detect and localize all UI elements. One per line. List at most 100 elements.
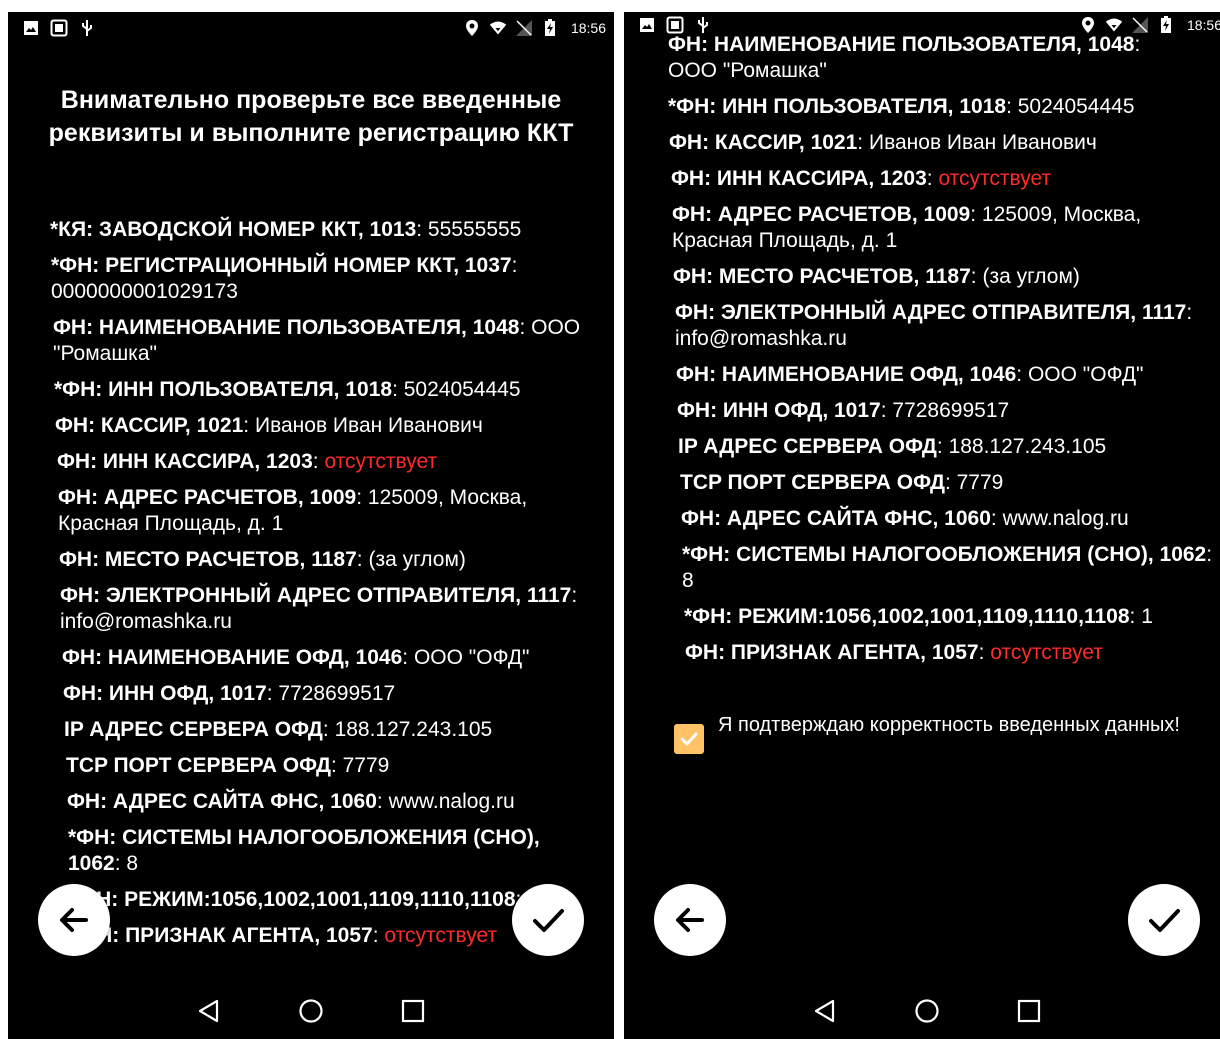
requisite-label: ФН: НАИМЕНОВАНИЕ ОФД, 1046	[676, 363, 1017, 386]
requisite-value: www.nalog.ru	[1002, 507, 1129, 530]
nav-home-button[interactable]	[293, 993, 329, 1029]
requisite-item: *ФН: РЕЖИМ:1056,1002,1001,1109,1110,1108…	[684, 605, 1153, 628]
back-button[interactable]	[654, 884, 726, 956]
requisite-value: ООО "ОФД"	[413, 646, 530, 669]
status-bar: 18:56	[8, 12, 614, 44]
requisite-label: *ФН: РЕЖИМ:1056,1002,1001,1109,1110,1108	[684, 605, 1130, 628]
requisite-value: 1	[1141, 605, 1153, 628]
nav-back-icon	[198, 999, 219, 1023]
nav-back-icon	[814, 999, 835, 1023]
check-icon	[680, 732, 698, 746]
requisite-value: 8	[682, 569, 694, 592]
requisite-label: *ФН: ИНН ПОЛЬЗОВАТЕЛЯ, 1018	[668, 95, 1007, 118]
confirm-button[interactable]	[512, 884, 584, 956]
requisite-value: 188.127.243.105	[948, 435, 1107, 458]
requisite-item: ФН: АДРЕС РАСЧЕТОВ, 1009: 125009, Москва…	[672, 203, 1142, 252]
requisite-item-partial: ФН: НАИМЕНОВАНИЕ ПОЛЬЗОВАТЕЛЯ, 1048: ООО…	[668, 33, 1141, 82]
requisite-value: (за углом)	[368, 548, 466, 571]
requisite-item: ФН: АДРЕС САЙТА ФНС, 1060: www.nalog.ru	[681, 507, 1129, 530]
requisite-value: отсутствует	[324, 450, 438, 473]
requisite-value: отсутствует	[938, 167, 1052, 190]
requisite-item: ФН: КАССИР, 1021: Иванов Иван Иванович	[669, 131, 1097, 154]
requisite-label: ФН: КАССИР, 1021	[669, 131, 858, 154]
requisite-item: ФН: МЕСТО РАСЧЕТОВ, 1187: (за углом)	[59, 548, 466, 571]
battery-charging-icon	[541, 19, 559, 37]
requisite-item: IP АДРЕС СЕРВЕРА ОФД: 188.127.243.105	[678, 435, 1107, 458]
requisite-label: ФН: АДРЕС РАСЧЕТОВ, 1009	[672, 203, 971, 226]
nav-home-icon	[915, 999, 939, 1023]
requisite-label: ФН: ИНН ОФД, 1017	[63, 682, 267, 705]
page-title: Внимательно проверьте все введенные рекв…	[48, 86, 574, 147]
requisite-item: *ФН: СИСТЕМЫ НАЛОГООБЛОЖЕНИЯ (СНО), 1062…	[68, 826, 540, 875]
requisite-value: 188.127.243.105	[334, 718, 493, 741]
requisite-item: ФН: ПРИЗНАК АГЕНТА, 1057: отсутствует	[685, 641, 1103, 664]
requisite-value: 55555555	[427, 218, 522, 241]
screenshot-icon	[50, 19, 68, 37]
requisite-item: *КЯ: ЗАВОДСКОЙ НОМЕР ККТ, 1013: 55555555	[50, 218, 522, 241]
requisite-value: 7779	[956, 471, 1004, 494]
requisite-label: ФН: ИНН ОФД, 1017	[677, 399, 881, 422]
requisite-item: ФН: ИНН ОФД, 1017: 7728699517	[63, 682, 396, 705]
requisite-value: 5024054445	[1017, 95, 1135, 118]
requisite-value: 8	[126, 852, 139, 875]
requisite-label: *ФН: СИСТЕМЫ НАЛОГООБЛОЖЕНИЯ (СНО), 1062	[682, 543, 1207, 566]
requisite-item: *ФН: ИНН ПОЛЬЗОВАТЕЛЯ, 1018: 5024054445	[54, 378, 521, 401]
requisite-label: IP АДРЕС СЕРВЕРА ОФД	[64, 718, 323, 741]
nav-home-button[interactable]	[909, 993, 945, 1029]
wifi-icon	[1105, 16, 1123, 34]
confirm-checkbox[interactable]	[674, 724, 704, 754]
back-arrow-icon	[60, 908, 88, 932]
requisite-label: IP АДРЕС СЕРВЕРА ОФД	[678, 435, 937, 458]
status-time: 18:56	[1186, 17, 1220, 33]
requisite-value: отсутствует	[990, 641, 1103, 664]
nav-recents-icon	[401, 999, 425, 1023]
requisite-item: ФН: ИНН ОФД, 1017: 7728699517	[677, 399, 1010, 422]
requisite-label: ФН: ЭЛЕКТРОННЫЙ АДРЕС ОТПРАВИТЕЛЯ, 1117	[675, 301, 1187, 324]
nav-recents-button[interactable]	[395, 993, 431, 1029]
requisite-label: TCP ПОРТ СЕРВЕРА ОФД	[680, 471, 945, 494]
requisite-label: ФН: МЕСТО РАСЧЕТОВ, 1187	[673, 265, 971, 288]
check-icon	[1149, 909, 1180, 932]
confirm-row[interactable]: Я подтверждаю корректность введенных дан…	[674, 712, 1206, 754]
requisite-label: ФН: НАИМЕНОВАНИЕ ПОЛЬЗОВАТЕЛЯ, 1048	[53, 316, 520, 339]
requisite-item: ФН: ИНН КАССИРА, 1203: отсутствует	[671, 167, 1052, 190]
system-nav-bar	[624, 983, 1220, 1039]
no-sim-icon	[1131, 16, 1149, 34]
image-icon	[638, 16, 656, 34]
wifi-icon	[489, 19, 507, 37]
requisite-label: ФН: АДРЕС САЙТА ФНС, 1060	[681, 507, 991, 530]
requisite-label: *КЯ: ЗАВОДСКОЙ НОМЕР ККТ, 1013	[50, 218, 417, 241]
requisite-label: ФН: ИНН КАССИРА, 1203	[57, 450, 313, 473]
requisite-item: *ФН: СИСТЕМЫ НАЛОГООБЛОЖЕНИЯ (СНО), 1062…	[682, 543, 1213, 592]
requisite-item: ФН: ИНН КАССИРА, 1203: отсутствует	[57, 450, 438, 473]
requisite-value: отсутствует	[384, 924, 498, 947]
requisite-label: *ФН: ИНН ПОЛЬЗОВАТЕЛЯ, 1018	[54, 378, 393, 401]
confirm-checkbox-label[interactable]: Я подтверждаю корректность введенных дан…	[718, 712, 1180, 738]
requisite-value: www.nalog.ru	[388, 790, 515, 813]
requisite-item: ФН: НАИМЕНОВАНИЕ ОФД, 1046: ООО "ОФД"	[676, 363, 1144, 386]
battery-charging-icon	[1157, 16, 1175, 34]
requisite-item: *ФН: РЕГИСТРАЦИОННЫЙ НОМЕР ККТ, 1037: 00…	[51, 254, 518, 303]
requisite-item: ФН: АДРЕС САЙТА ФНС, 1060: www.nalog.ru	[67, 790, 515, 813]
requisite-label: ФН: ИНН КАССИРА, 1203	[671, 167, 927, 190]
requisites-list-scrolled: ФН: НАИМЕНОВАНИЕ ПОЛЬЗОВАТЕЛЯ, 1048: ООО…	[624, 32, 1220, 676]
back-button[interactable]	[38, 884, 110, 956]
location-icon	[1079, 16, 1097, 34]
requisite-item: ФН: НАИМЕНОВАНИЕ ОФД, 1046: ООО "ОФД"	[62, 646, 530, 669]
requisite-label: *ФН: ПРИЗНАК АГЕНТА, 1057	[71, 924, 373, 947]
requisite-value: 7728699517	[892, 399, 1010, 422]
nav-back-button[interactable]	[807, 993, 843, 1029]
phone-screen-right: 18:56 ФН: НАИМЕНОВАНИЕ ПОЛЬЗОВАТЕЛЯ, 104…	[624, 12, 1220, 1039]
requisite-value: ООО "ОФД"	[1027, 363, 1144, 386]
requisite-item: ФН: КАССИР, 1021: Иванов Иван Иванович	[55, 414, 483, 437]
no-sim-icon	[515, 19, 533, 37]
nav-back-button[interactable]	[191, 993, 227, 1029]
requisite-label: *ФН: РЕЖИМ:1056,1002,1001,1109,1110,1108	[70, 888, 516, 911]
nav-home-icon	[299, 999, 323, 1023]
requisite-item: TCP ПОРТ СЕРВЕРА ОФД: 7779	[66, 754, 390, 777]
confirm-button[interactable]	[1128, 884, 1200, 956]
usb-icon	[78, 19, 96, 37]
requisite-value: 7779	[342, 754, 390, 777]
requisite-label: ФН: НАИМЕНОВАНИЕ ОФД, 1046	[62, 646, 403, 669]
nav-recents-button[interactable]	[1011, 993, 1047, 1029]
